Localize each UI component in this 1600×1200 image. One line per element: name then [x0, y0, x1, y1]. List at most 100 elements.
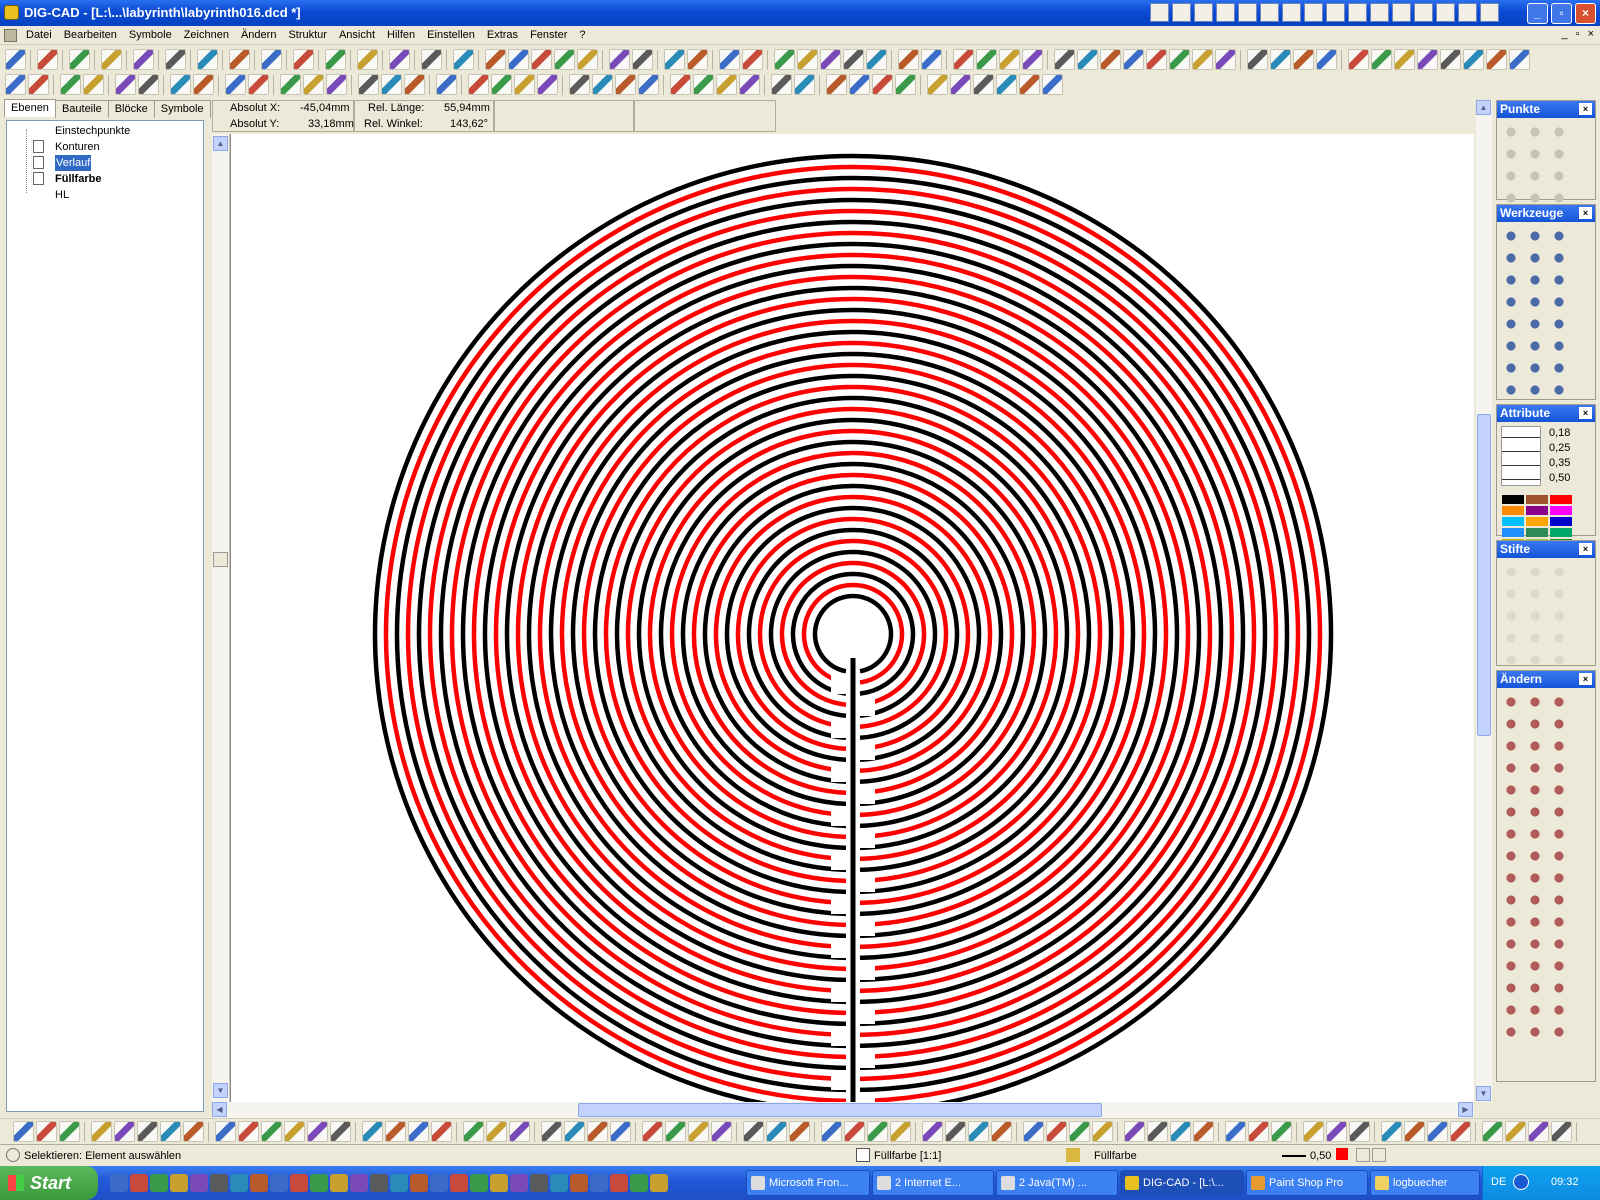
close-icon[interactable]: × [1579, 207, 1592, 219]
toolbar-button-icon[interactable] [83, 74, 104, 95]
color-swatch[interactable] [1502, 528, 1524, 537]
color-swatch[interactable] [1502, 495, 1524, 504]
panel-tool-icon[interactable] [1548, 978, 1570, 998]
toolbar-button-icon[interactable] [866, 49, 887, 70]
menu-help[interactable]: ? [573, 28, 591, 43]
toolbar-button-icon[interactable] [1123, 49, 1144, 70]
toolbar-button-icon[interactable] [664, 49, 685, 70]
panel-tool-icon[interactable] [1548, 292, 1570, 312]
toolbar-button-icon[interactable] [1170, 1121, 1191, 1142]
panel-tool-icon[interactable] [1524, 270, 1546, 290]
toolbar-button-icon[interactable] [587, 1121, 608, 1142]
toolbar-button-icon[interactable] [976, 49, 997, 70]
close-icon[interactable]: × [1579, 543, 1592, 555]
quick-launch-icon[interactable] [390, 1174, 408, 1192]
color-swatch[interactable] [1526, 495, 1548, 504]
toolbar-button-icon[interactable] [531, 49, 552, 70]
toolbar-button-icon[interactable] [170, 74, 191, 95]
task-paint-shop-pro[interactable]: Paint Shop Pro [1246, 1170, 1368, 1196]
tray-icon[interactable] [1392, 3, 1411, 22]
toolbar-button-icon[interactable] [1247, 49, 1268, 70]
panel-tool-icon[interactable] [1524, 292, 1546, 312]
panel-tool-icon[interactable] [1548, 166, 1570, 186]
toolbar-button-icon[interactable] [1293, 49, 1314, 70]
toolbar-button-icon[interactable] [1019, 74, 1040, 95]
tray-icon[interactable] [1436, 3, 1455, 22]
panel-tool-icon[interactable] [1524, 336, 1546, 356]
tray-arrow-icon[interactable] [1513, 1174, 1529, 1190]
panel-tool-icon[interactable] [1524, 380, 1546, 400]
panel-tool-icon[interactable] [1524, 122, 1546, 142]
quick-launch-icon[interactable] [330, 1174, 348, 1192]
panel-tool-icon[interactable] [1548, 868, 1570, 888]
menu-bearbeiten[interactable]: Bearbeiten [58, 28, 123, 43]
quick-launch-icon[interactable] [110, 1174, 128, 1192]
toolbar-button-icon[interactable] [37, 49, 58, 70]
toolbar-button-icon[interactable] [719, 49, 740, 70]
panel-tool-icon[interactable] [1524, 650, 1546, 670]
toolbar-button-icon[interactable] [197, 49, 218, 70]
quick-launch-icon[interactable] [350, 1174, 368, 1192]
toolbar-button-icon[interactable] [138, 74, 159, 95]
scroll-up-arrow[interactable]: ▲ [1476, 100, 1491, 115]
toolbar-button-icon[interactable] [486, 1121, 507, 1142]
panel-tool-icon[interactable] [1548, 144, 1570, 164]
close-icon[interactable]: × [1579, 103, 1592, 115]
panel-tool-icon[interactable] [1500, 314, 1522, 334]
quick-launch-icon[interactable] [470, 1174, 488, 1192]
panel-tool-icon[interactable] [1548, 780, 1570, 800]
quick-launch-icon[interactable] [550, 1174, 568, 1192]
toolbar-button-icon[interactable] [711, 1121, 732, 1142]
color-swatch[interactable] [1550, 528, 1572, 537]
toolbar-button-icon[interactable] [743, 1121, 764, 1142]
tray-icon[interactable] [1216, 3, 1235, 22]
panel-tool-icon[interactable] [1500, 934, 1522, 954]
panel-tool-icon[interactable] [1500, 758, 1522, 778]
panel-tool-icon[interactable] [1548, 912, 1570, 932]
panel-tool-icon[interactable] [1524, 144, 1546, 164]
toolbar-button-icon[interactable] [820, 49, 841, 70]
toolbar-button-icon[interactable] [577, 49, 598, 70]
layer-einstechpunkte[interactable]: Einstechpunkte [7, 123, 197, 139]
quick-launch-icon[interactable] [510, 1174, 528, 1192]
toolbar-button-icon[interactable] [357, 49, 378, 70]
toolbar-button-icon[interactable] [1417, 49, 1438, 70]
color-swatch[interactable] [1502, 517, 1524, 526]
toolbar-button-icon[interactable] [794, 74, 815, 95]
panel-tool-icon[interactable] [1548, 846, 1570, 866]
toolbar-button-icon[interactable] [564, 1121, 585, 1142]
toolbar-button-icon[interactable] [261, 49, 282, 70]
line-width-3[interactable]: 0,50 [1549, 472, 1570, 484]
panel-tool-icon[interactable] [1500, 956, 1522, 976]
toolbar-button-icon[interactable] [284, 1121, 305, 1142]
mdi-close-button[interactable]: × [1588, 28, 1594, 40]
toolbar-button-icon[interactable] [1077, 49, 1098, 70]
toolbar-button-icon[interactable] [229, 49, 250, 70]
panel-tool-icon[interactable] [1500, 978, 1522, 998]
drawing-canvas[interactable] [230, 134, 1474, 1127]
panel-tool-icon[interactable] [1548, 650, 1570, 670]
panel-tool-icon[interactable] [1500, 824, 1522, 844]
toolbar-button-icon[interactable] [1248, 1121, 1269, 1142]
toolbar-button-icon[interactable] [789, 1121, 810, 1142]
panel-tool-icon[interactable] [1500, 1022, 1522, 1042]
toolbar-button-icon[interactable] [774, 49, 795, 70]
panel-tool-icon[interactable] [1500, 650, 1522, 670]
menu-extras[interactable]: Extras [481, 28, 524, 43]
layer-hl[interactable]: HL [7, 187, 197, 203]
toolbar-button-icon[interactable] [996, 74, 1017, 95]
panel-tool-icon[interactable] [1548, 270, 1570, 290]
panel-tool-icon[interactable] [1548, 606, 1570, 626]
panel-tool-icon[interactable] [1500, 692, 1522, 712]
toolbar-button-icon[interactable] [280, 74, 301, 95]
toolbar-button-icon[interactable] [537, 74, 558, 95]
toolbar-button-icon[interactable] [404, 74, 425, 95]
toolbar-button-icon[interactable] [325, 49, 346, 70]
panel-tool-icon[interactable] [1500, 868, 1522, 888]
panel-tool-icon[interactable] [1524, 248, 1546, 268]
panel-tool-icon[interactable] [1524, 314, 1546, 334]
toolbar-button-icon[interactable] [491, 74, 512, 95]
toolbar-button-icon[interactable] [137, 1121, 158, 1142]
document-icon[interactable] [4, 29, 17, 42]
toolbar-button-icon[interactable] [1316, 49, 1337, 70]
